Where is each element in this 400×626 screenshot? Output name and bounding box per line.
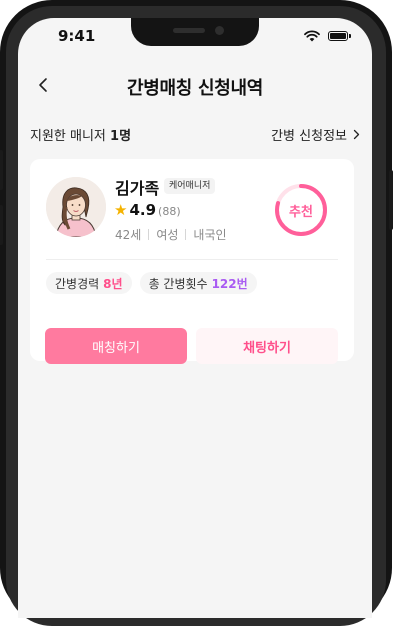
- applied-count-text: 지원한 매니저 1명: [30, 125, 131, 144]
- notch: [131, 18, 259, 46]
- status-icons: [304, 30, 351, 42]
- experience-label: 간병경력: [55, 276, 100, 291]
- battery-icon: [328, 31, 351, 41]
- volume-down-button: [0, 205, 3, 245]
- manager-age: 42세: [115, 228, 142, 242]
- applied-prefix: 지원한 매니저: [30, 128, 106, 144]
- volume-up-button: [0, 150, 3, 190]
- status-time: 9:41: [58, 27, 96, 45]
- card-divider: [46, 259, 338, 260]
- application-info-link[interactable]: 간병 신청정보: [271, 125, 360, 144]
- role-badge: 케어매니저: [164, 178, 216, 194]
- wifi-icon: [304, 30, 320, 42]
- total-care-label: 총 간병횟수: [148, 276, 208, 291]
- manager-name: 김가족: [115, 179, 160, 198]
- manager-nationality: 내국인: [193, 228, 227, 242]
- chat-button[interactable]: 채팅하기: [196, 328, 338, 364]
- power-button: [389, 170, 393, 230]
- page-title: 간병매칭 신청내역: [126, 78, 264, 99]
- recommend-label: 추천: [289, 204, 313, 220]
- stat-chips: 간병경력 8년 총 간병횟수 122번: [46, 272, 257, 294]
- avatar-illustration: [46, 177, 106, 237]
- manager-meta: 42세 여성 내국인: [115, 226, 227, 243]
- meta-divider: [148, 229, 150, 240]
- chevron-right-icon: [353, 129, 360, 139]
- experience-chip: 간병경력 8년: [46, 272, 132, 294]
- application-info-label: 간병 신청정보: [271, 128, 347, 144]
- meta-divider: [185, 229, 187, 240]
- recommend-badge: 추천: [273, 182, 329, 238]
- manager-card[interactable]: 김가족 케어매니저 ★ 4.9 (88) 42세 여성 내국인 추천 간병경력: [30, 159, 354, 364]
- match-button[interactable]: 매칭하기: [45, 328, 187, 364]
- rating-row: ★ 4.9 (88): [114, 201, 181, 219]
- avatar: [46, 177, 106, 237]
- experience-value: 8년: [103, 276, 123, 291]
- manager-gender: 여성: [156, 228, 179, 242]
- total-care-chip: 총 간병횟수 122번: [139, 272, 257, 294]
- speaker-grille: [173, 28, 205, 33]
- header: 간병매칭 신청내역: [18, 68, 372, 104]
- applied-count: 1명: [110, 128, 132, 144]
- star-icon: ★: [114, 201, 128, 219]
- app-screen: 9:41 간병매칭 신청내역 지원한 매니저 1명 간병 신청정보 김가족 케어…: [18, 18, 372, 618]
- rating-value: 4.9: [129, 201, 157, 219]
- summary-row: 지원한 매니저 1명 간병 신청정보: [30, 124, 360, 144]
- review-count: (88): [158, 205, 181, 218]
- front-camera: [215, 26, 224, 35]
- total-care-value: 122번: [211, 276, 248, 291]
